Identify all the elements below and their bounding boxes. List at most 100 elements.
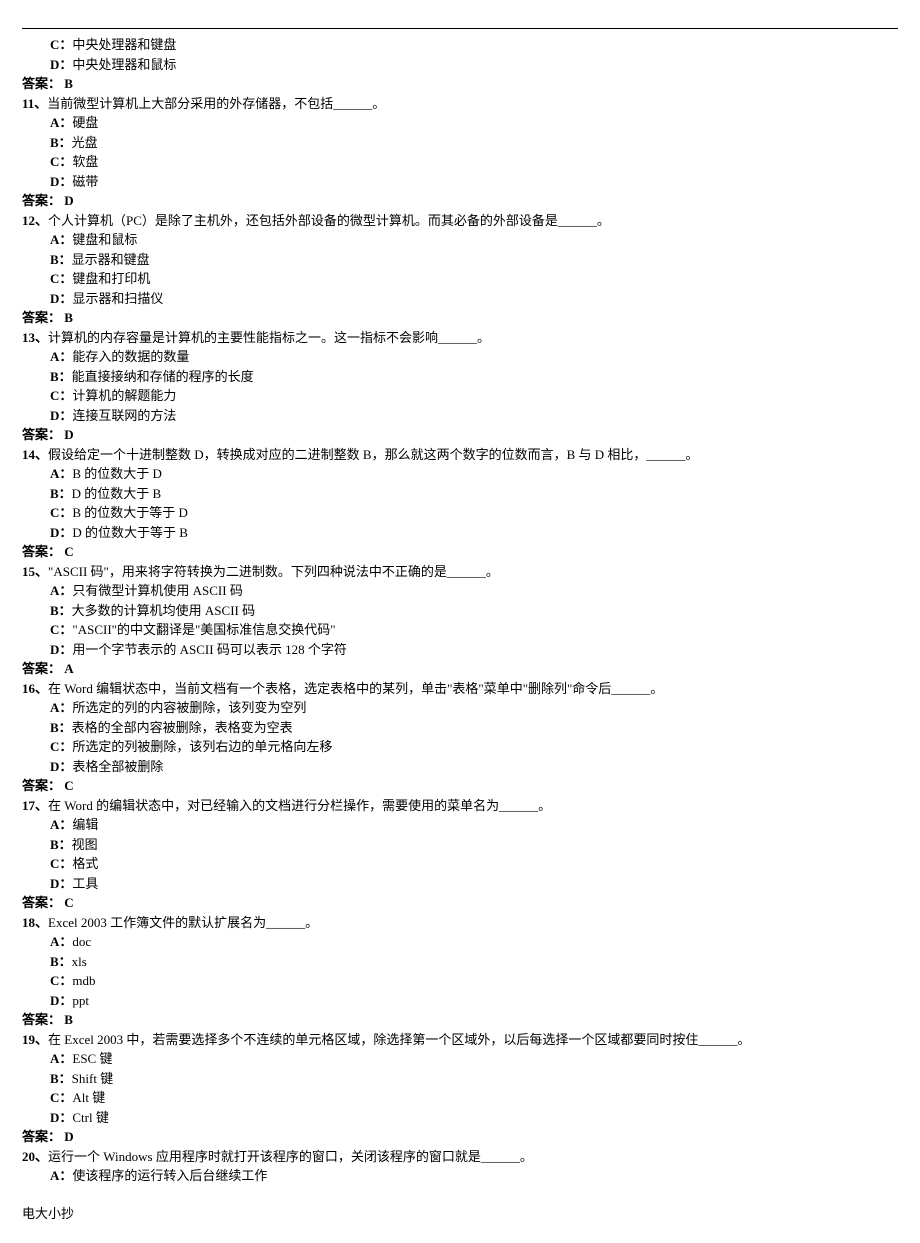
option-label: A： xyxy=(50,115,72,130)
question-stem: 20、运行一个 Windows 应用程序时就打开该程序的窗口，关闭该程序的窗口就… xyxy=(22,1147,898,1167)
question-option: A：所选定的列的内容被删除，该列变为空列 xyxy=(22,698,898,718)
option-text: "ASCII"的中文翻译是"美国标准信息交换代码" xyxy=(72,622,335,637)
option-text: 键盘和打印机 xyxy=(72,271,150,286)
question-option: B：xls xyxy=(22,952,898,972)
question-number: 13、 xyxy=(22,330,48,345)
answer-label: 答案： xyxy=(22,1129,61,1144)
option-text: 表格的全部内容被删除，表格变为空表 xyxy=(72,720,293,735)
question-stem: 18、Excel 2003 工作簿文件的默认扩展名为______。 xyxy=(22,913,898,933)
question-stem: 13、计算机的内存容量是计算机的主要性能指标之一。这一指标不会影响______。 xyxy=(22,328,898,348)
option-label: B： xyxy=(50,135,72,150)
answer-value: B xyxy=(64,310,73,325)
question-option: C：软盘 xyxy=(22,152,898,172)
answer-label: 答案： xyxy=(22,544,61,559)
option-label: B： xyxy=(50,369,72,384)
option-label: A： xyxy=(50,934,72,949)
answer-label: 答案： xyxy=(22,1012,61,1027)
question-stem: 16、在 Word 编辑状态中，当前文档有一个表格，选定表格中的某列，单击"表格… xyxy=(22,679,898,699)
option-text: 编辑 xyxy=(72,817,98,832)
option-text: D 的位数大于等于 B xyxy=(72,525,188,540)
option-text: 视图 xyxy=(72,837,98,852)
option-label: D： xyxy=(50,408,72,423)
answer-value: B xyxy=(64,76,73,91)
option-label: C： xyxy=(50,154,72,169)
question-option: B：大多数的计算机均使用 ASCII 码 xyxy=(22,601,898,621)
option-text: 中央处理器和鼠标 xyxy=(72,57,176,72)
option-label: B： xyxy=(50,720,72,735)
question-option: C：B 的位数大于等于 D xyxy=(22,503,898,523)
option-label: D： xyxy=(50,57,72,72)
option-label: B： xyxy=(50,1071,72,1086)
question-stem: 19、在 Excel 2003 中，若需要选择多个不连续的单元格区域，除选择第一… xyxy=(22,1030,898,1050)
option-text: 光盘 xyxy=(72,135,98,150)
answer-line: 答案： A xyxy=(22,659,898,679)
option-text: xls xyxy=(72,954,87,969)
option-text: 键盘和鼠标 xyxy=(72,232,137,247)
question-option: B：表格的全部内容被删除，表格变为空表 xyxy=(22,718,898,738)
question-stem: 14、假设给定一个十进制整数 D，转换成对应的二进制整数 B，那么就这两个数字的… xyxy=(22,445,898,465)
option-label: B： xyxy=(50,954,72,969)
answer-line: 答案： B xyxy=(22,74,898,94)
question-option: A：硬盘 xyxy=(22,113,898,133)
option-label: C： xyxy=(50,739,72,754)
option-label: C： xyxy=(50,856,72,871)
question-text: 在 Word 编辑状态中，当前文档有一个表格，选定表格中的某列，单击"表格"菜单… xyxy=(48,681,663,696)
question-option: D：表格全部被删除 xyxy=(22,757,898,777)
question-stem: 15、"ASCII 码"，用来将字符转换为二进制数。下列四种说法中不正确的是__… xyxy=(22,562,898,582)
question-option: B：能直接接纳和存储的程序的长度 xyxy=(22,367,898,387)
answer-line: 答案： D xyxy=(22,191,898,211)
option-text: 磁带 xyxy=(72,174,98,189)
option-text: 显示器和键盘 xyxy=(72,252,150,267)
option-text: 大多数的计算机均使用 ASCII 码 xyxy=(72,603,255,618)
question-number: 12、 xyxy=(22,213,48,228)
answer-value: C xyxy=(64,895,73,910)
question-text: 假设给定一个十进制整数 D，转换成对应的二进制整数 B，那么就这两个数字的位数而… xyxy=(48,447,698,462)
option-label: C： xyxy=(50,973,72,988)
option-text: Ctrl 键 xyxy=(72,1110,108,1125)
top-partial-options: C：中央处理器和键盘 D：中央处理器和鼠标 xyxy=(22,35,898,74)
option-label: C： xyxy=(50,505,72,520)
question-number: 14、 xyxy=(22,447,48,462)
option-text: 使该程序的运行转入后台继续工作 xyxy=(72,1168,267,1183)
question-option: C：计算机的解题能力 xyxy=(22,386,898,406)
option-text: 用一个字节表示的 ASCII 码可以表示 128 个字符 xyxy=(72,642,346,657)
option-text: 表格全部被删除 xyxy=(72,759,163,774)
option-text: B 的位数大于 D xyxy=(72,466,162,481)
option-label: C： xyxy=(50,622,72,637)
option-text: 所选定的列被删除，该列右边的单元格向左移 xyxy=(72,739,332,754)
question-option: C：所选定的列被删除，该列右边的单元格向左移 xyxy=(22,737,898,757)
option-text: 计算机的解题能力 xyxy=(72,388,176,403)
question-option: C：中央处理器和键盘 xyxy=(22,35,898,55)
option-text: 工具 xyxy=(72,876,98,891)
question-text: Excel 2003 工作簿文件的默认扩展名为______。 xyxy=(48,915,318,930)
question-number: 17、 xyxy=(22,798,48,813)
option-label: D： xyxy=(50,993,72,1008)
answer-label: 答案： xyxy=(22,427,61,442)
question-option: C：格式 xyxy=(22,854,898,874)
answer-line: 答案： C xyxy=(22,776,898,796)
question-text: 计算机的内存容量是计算机的主要性能指标之一。这一指标不会影响______。 xyxy=(48,330,490,345)
question-stem: 11、当前微型计算机上大部分采用的外存储器，不包括______。 xyxy=(22,94,898,114)
question-stem: 12、个人计算机（PC）是除了主机外，还包括外部设备的微型计算机。而其必备的外部… xyxy=(22,211,898,231)
option-text: 中央处理器和键盘 xyxy=(72,37,176,52)
questions-container: 11、当前微型计算机上大部分采用的外存储器，不包括______。A：硬盘B：光盘… xyxy=(22,94,898,1186)
question-option: D：显示器和扫描仪 xyxy=(22,289,898,309)
question-number: 15、 xyxy=(22,564,48,579)
question-number: 19、 xyxy=(22,1032,48,1047)
answer-value: D xyxy=(64,427,73,442)
answer-line: 答案： D xyxy=(22,1127,898,1147)
option-text: 显示器和扫描仪 xyxy=(72,291,163,306)
option-text: 格式 xyxy=(72,856,98,871)
question-option: A：编辑 xyxy=(22,815,898,835)
question-option: C："ASCII"的中文翻译是"美国标准信息交换代码" xyxy=(22,620,898,640)
answer-value: C xyxy=(64,778,73,793)
question-option: B：视图 xyxy=(22,835,898,855)
answer-label: 答案： xyxy=(22,895,61,910)
question-text: 个人计算机（PC）是除了主机外，还包括外部设备的微型计算机。而其必备的外部设备是… xyxy=(48,213,610,228)
option-label: A： xyxy=(50,583,72,598)
option-label: C： xyxy=(50,271,72,286)
option-label: A： xyxy=(50,700,72,715)
answer-label: 答案： xyxy=(22,778,61,793)
answer-line: 答案： D xyxy=(22,425,898,445)
answer-line: 答案： C xyxy=(22,542,898,562)
